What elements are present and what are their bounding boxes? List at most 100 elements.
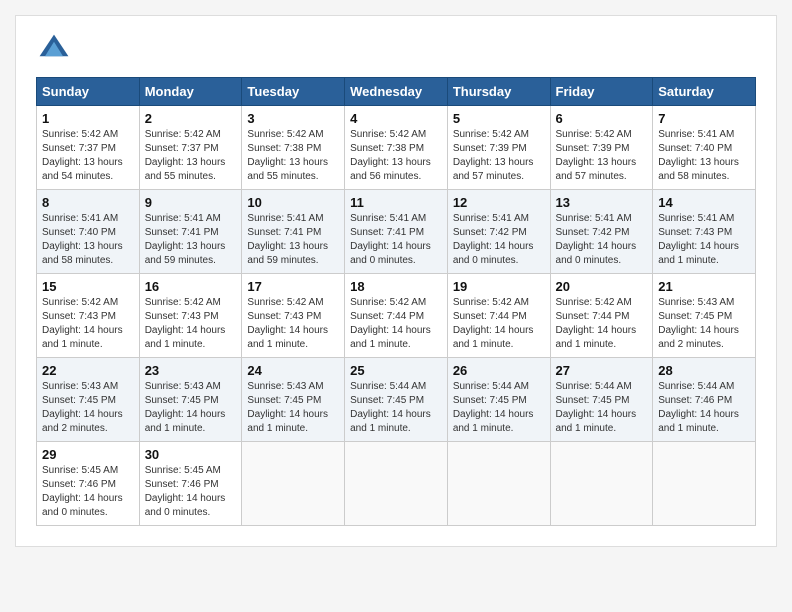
calendar-week-5: 29 Sunrise: 5:45 AM Sunset: 7:46 PM Dayli… bbox=[37, 442, 756, 526]
day-number: 12 bbox=[453, 195, 545, 210]
calendar-cell: 13Sunrise: 5:41 AM Sunset: 7:42 PM Dayli… bbox=[550, 190, 653, 274]
day-number: 29 bbox=[42, 447, 134, 462]
calendar-body: 1 Sunrise: 5:42 AM Sunset: 7:37 PM Daylig… bbox=[37, 106, 756, 526]
calendar-week-2: 8 Sunrise: 5:41 AM Sunset: 7:40 PM Daylig… bbox=[37, 190, 756, 274]
day-info: Sunrise: 5:42 AM Sunset: 7:44 PM Dayligh… bbox=[556, 296, 648, 352]
calendar-cell: 11 Sunrise: 5:41 AM Sunset: 7:41 PM Dayli… bbox=[345, 190, 448, 274]
calendar-cell: 25 Sunrise: 5:44 AM Sunset: 7:45 PM Dayli… bbox=[345, 358, 448, 442]
calendar-cell: 12 Sunrise: 5:41 AM Sunset: 7:42 PM Dayli… bbox=[447, 190, 550, 274]
calendar-cell: 1 Sunrise: 5:42 AM Sunset: 7:37 PM Daylig… bbox=[37, 106, 140, 190]
calendar-week-1: 1 Sunrise: 5:42 AM Sunset: 7:37 PM Daylig… bbox=[37, 106, 756, 190]
calendar-cell: 14 Sunrise: 5:41 AM Sunset: 7:43 PM Dayli… bbox=[653, 190, 756, 274]
calendar-cell bbox=[447, 442, 550, 526]
day-number: 24 bbox=[247, 363, 339, 378]
day-info: Sunrise: 5:44 AM Sunset: 7:45 PM Dayligh… bbox=[350, 380, 442, 436]
day-info: Sunrise: 5:41 AM Sunset: 7:41 PM Dayligh… bbox=[145, 212, 237, 268]
header-cell-saturday: Saturday bbox=[653, 78, 756, 106]
day-info: Sunrise: 5:41 AM Sunset: 7:43 PM Dayligh… bbox=[658, 212, 750, 268]
day-info: Sunrise: 5:43 AM Sunset: 7:45 PM Dayligh… bbox=[42, 380, 134, 436]
day-info: Sunrise: 5:42 AM Sunset: 7:43 PM Dayligh… bbox=[145, 296, 237, 352]
calendar-cell: 18Sunrise: 5:42 AM Sunset: 7:44 PM Dayli… bbox=[345, 274, 448, 358]
day-number: 17 bbox=[247, 279, 339, 294]
day-number: 16 bbox=[145, 279, 237, 294]
day-number: 18 bbox=[350, 279, 442, 294]
calendar-week-4: 22 Sunrise: 5:43 AM Sunset: 7:45 PM Dayli… bbox=[37, 358, 756, 442]
calendar-cell: 2 Sunrise: 5:42 AM Sunset: 7:37 PM Daylig… bbox=[139, 106, 242, 190]
day-number: 22 bbox=[42, 363, 134, 378]
calendar-cell bbox=[242, 442, 345, 526]
calendar-cell: 16 Sunrise: 5:42 AM Sunset: 7:43 PM Dayli… bbox=[139, 274, 242, 358]
day-number: 4 bbox=[350, 111, 442, 126]
calendar-cell: 22 Sunrise: 5:43 AM Sunset: 7:45 PM Dayli… bbox=[37, 358, 140, 442]
day-info: Sunrise: 5:44 AM Sunset: 7:45 PM Dayligh… bbox=[556, 380, 648, 436]
calendar-cell: 30Sunrise: 5:45 AM Sunset: 7:46 PM Dayli… bbox=[139, 442, 242, 526]
logo bbox=[36, 31, 77, 67]
day-info: Sunrise: 5:42 AM Sunset: 7:39 PM Dayligh… bbox=[453, 128, 545, 184]
calendar-cell: 4Sunrise: 5:42 AM Sunset: 7:38 PM Daylig… bbox=[345, 106, 448, 190]
day-number: 15 bbox=[42, 279, 134, 294]
header-cell-monday: Monday bbox=[139, 78, 242, 106]
calendar-cell: 20Sunrise: 5:42 AM Sunset: 7:44 PM Dayli… bbox=[550, 274, 653, 358]
logo-icon bbox=[36, 31, 72, 67]
day-info: Sunrise: 5:43 AM Sunset: 7:45 PM Dayligh… bbox=[145, 380, 237, 436]
calendar-cell: 6Sunrise: 5:42 AM Sunset: 7:39 PM Daylig… bbox=[550, 106, 653, 190]
day-info: Sunrise: 5:44 AM Sunset: 7:46 PM Dayligh… bbox=[658, 380, 750, 436]
day-number: 8 bbox=[42, 195, 134, 210]
day-number: 1 bbox=[42, 111, 134, 126]
day-number: 10 bbox=[247, 195, 339, 210]
day-number: 7 bbox=[658, 111, 750, 126]
day-number: 23 bbox=[145, 363, 237, 378]
calendar-cell: 7Sunrise: 5:41 AM Sunset: 7:40 PM Daylig… bbox=[653, 106, 756, 190]
day-info: Sunrise: 5:42 AM Sunset: 7:37 PM Dayligh… bbox=[42, 128, 134, 184]
calendar-cell: 8 Sunrise: 5:41 AM Sunset: 7:40 PM Daylig… bbox=[37, 190, 140, 274]
calendar-week-3: 15 Sunrise: 5:42 AM Sunset: 7:43 PM Dayli… bbox=[37, 274, 756, 358]
header-cell-thursday: Thursday bbox=[447, 78, 550, 106]
calendar-table: SundayMondayTuesdayWednesdayThursdayFrid… bbox=[36, 77, 756, 526]
day-number: 14 bbox=[658, 195, 750, 210]
calendar-cell: 24Sunrise: 5:43 AM Sunset: 7:45 PM Dayli… bbox=[242, 358, 345, 442]
calendar-cell bbox=[550, 442, 653, 526]
calendar-cell: 17 Sunrise: 5:42 AM Sunset: 7:43 PM Dayli… bbox=[242, 274, 345, 358]
day-info: Sunrise: 5:44 AM Sunset: 7:45 PM Dayligh… bbox=[453, 380, 545, 436]
day-number: 21 bbox=[658, 279, 750, 294]
header-cell-wednesday: Wednesday bbox=[345, 78, 448, 106]
day-info: Sunrise: 5:42 AM Sunset: 7:37 PM Dayligh… bbox=[145, 128, 237, 184]
calendar-cell: 15 Sunrise: 5:42 AM Sunset: 7:43 PM Dayli… bbox=[37, 274, 140, 358]
calendar-cell: 26 Sunrise: 5:44 AM Sunset: 7:45 PM Dayli… bbox=[447, 358, 550, 442]
day-number: 25 bbox=[350, 363, 442, 378]
calendar-cell: 23 Sunrise: 5:43 AM Sunset: 7:45 PM Dayli… bbox=[139, 358, 242, 442]
day-info: Sunrise: 5:41 AM Sunset: 7:41 PM Dayligh… bbox=[247, 212, 339, 268]
day-info: Sunrise: 5:42 AM Sunset: 7:44 PM Dayligh… bbox=[453, 296, 545, 352]
day-number: 11 bbox=[350, 195, 442, 210]
day-info: Sunrise: 5:42 AM Sunset: 7:43 PM Dayligh… bbox=[247, 296, 339, 352]
header-cell-tuesday: Tuesday bbox=[242, 78, 345, 106]
calendar-cell: 19Sunrise: 5:42 AM Sunset: 7:44 PM Dayli… bbox=[447, 274, 550, 358]
calendar-cell: 29 Sunrise: 5:45 AM Sunset: 7:46 PM Dayli… bbox=[37, 442, 140, 526]
calendar-cell: 21 Sunrise: 5:43 AM Sunset: 7:45 PM Dayli… bbox=[653, 274, 756, 358]
calendar-cell bbox=[653, 442, 756, 526]
header-row: SundayMondayTuesdayWednesdayThursdayFrid… bbox=[37, 78, 756, 106]
calendar-page: SundayMondayTuesdayWednesdayThursdayFrid… bbox=[15, 15, 777, 547]
day-info: Sunrise: 5:42 AM Sunset: 7:38 PM Dayligh… bbox=[247, 128, 339, 184]
day-number: 26 bbox=[453, 363, 545, 378]
day-info: Sunrise: 5:45 AM Sunset: 7:46 PM Dayligh… bbox=[42, 464, 134, 520]
day-info: Sunrise: 5:41 AM Sunset: 7:41 PM Dayligh… bbox=[350, 212, 442, 268]
day-info: Sunrise: 5:42 AM Sunset: 7:43 PM Dayligh… bbox=[42, 296, 134, 352]
header-cell-friday: Friday bbox=[550, 78, 653, 106]
calendar-cell: 28 Sunrise: 5:44 AM Sunset: 7:46 PM Dayli… bbox=[653, 358, 756, 442]
day-number: 6 bbox=[556, 111, 648, 126]
header bbox=[36, 31, 756, 67]
day-number: 2 bbox=[145, 111, 237, 126]
day-info: Sunrise: 5:43 AM Sunset: 7:45 PM Dayligh… bbox=[658, 296, 750, 352]
day-number: 3 bbox=[247, 111, 339, 126]
calendar-cell: 27Sunrise: 5:44 AM Sunset: 7:45 PM Dayli… bbox=[550, 358, 653, 442]
day-info: Sunrise: 5:41 AM Sunset: 7:40 PM Dayligh… bbox=[42, 212, 134, 268]
day-info: Sunrise: 5:45 AM Sunset: 7:46 PM Dayligh… bbox=[145, 464, 237, 520]
day-number: 5 bbox=[453, 111, 545, 126]
day-info: Sunrise: 5:41 AM Sunset: 7:42 PM Dayligh… bbox=[453, 212, 545, 268]
calendar-cell: 3 Sunrise: 5:42 AM Sunset: 7:38 PM Daylig… bbox=[242, 106, 345, 190]
header-cell-sunday: Sunday bbox=[37, 78, 140, 106]
calendar-cell: 5 Sunrise: 5:42 AM Sunset: 7:39 PM Daylig… bbox=[447, 106, 550, 190]
day-number: 28 bbox=[658, 363, 750, 378]
calendar-cell: 10 Sunrise: 5:41 AM Sunset: 7:41 PM Dayli… bbox=[242, 190, 345, 274]
